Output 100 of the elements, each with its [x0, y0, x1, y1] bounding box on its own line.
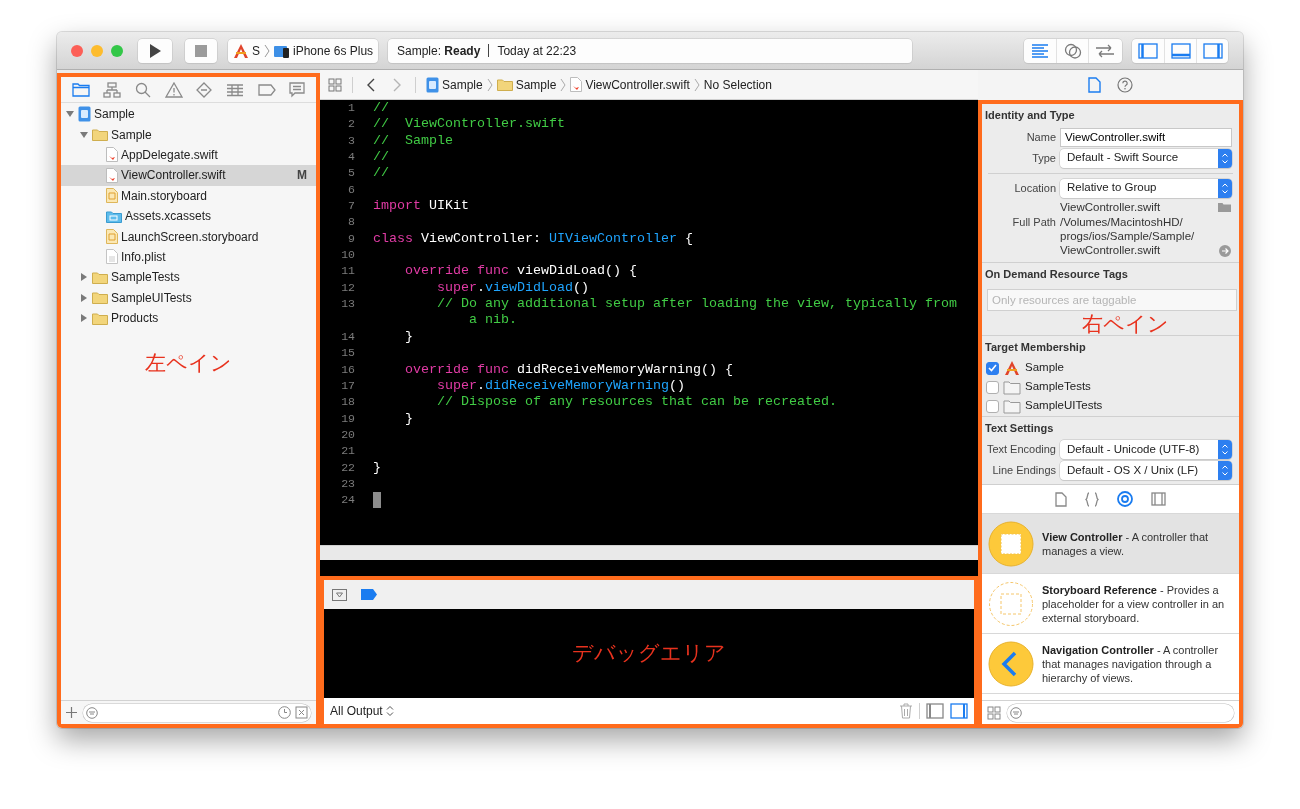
file-icon [106, 249, 118, 265]
app-icon [233, 42, 249, 59]
checkbox[interactable] [986, 361, 999, 375]
add-button[interactable] [66, 707, 77, 718]
inspector-tab[interactable] [1088, 77, 1101, 93]
tree-item[interactable]: Info.plist [61, 246, 316, 268]
checkbox[interactable] [986, 399, 999, 413]
navigator-tab[interactable] [257, 83, 276, 96]
tree-item[interactable]: Sample [61, 104, 316, 125]
speech-bubble-icon [289, 81, 306, 98]
zoom-button[interactable] [111, 44, 123, 57]
library-item[interactable]: Navigation Controller - A controller that manages navigation through a hierarchy of views. [982, 634, 1239, 694]
code-line: // Dispose of any resources that can be recreated. [436, 394, 838, 411]
line-number: 13 [340, 296, 356, 313]
file-icon [1088, 77, 1101, 93]
tree-item[interactable]: ViewController.swift M [61, 165, 316, 186]
status-label: M [297, 167, 307, 185]
path-text: /Volumes/MacintoshHD/ progs/ios/Sample/Sample/ ViewController.swift [1060, 214, 1195, 257]
grid-view-button[interactable] [987, 705, 1001, 720]
line-number: 10 [340, 247, 356, 264]
tree-item[interactable]: LaunchScreen.storyboard [61, 226, 316, 247]
library-tab[interactable] [1117, 491, 1133, 507]
file-icon [106, 229, 118, 245]
left-panel-icon [926, 703, 944, 719]
help-icon [1117, 77, 1133, 93]
breadcrumb[interactable]: ViewController.swift [570, 75, 690, 94]
line-number: 1 [347, 100, 356, 116]
popup-button[interactable]: Relative to Group [1060, 178, 1232, 198]
library-tab[interactable] [1085, 491, 1099, 507]
tags-field[interactable]: Only resources are taggable [987, 289, 1237, 311]
tree-item[interactable]: Products [61, 307, 316, 329]
inspector-tab[interactable] [1117, 77, 1133, 93]
diamond-icon [196, 81, 213, 98]
line-number: 14 [340, 328, 356, 345]
popup-button[interactable]: Default - Swift Source [1060, 148, 1232, 168]
checkbox[interactable] [986, 380, 999, 394]
folder-icon [496, 78, 513, 91]
filter-field[interactable] [83, 703, 311, 722]
library-tab[interactable] [1151, 492, 1166, 506]
tree-item[interactable]: Main.storyboard [61, 185, 316, 206]
line-number: 16 [340, 361, 356, 378]
navigator-tab[interactable] [71, 82, 90, 97]
braces-icon [1085, 491, 1099, 507]
library-tab[interactable] [1055, 491, 1067, 507]
library-item[interactable]: Storyboard Reference - Provides a placeholder for a view controller in an external storyboard. [982, 574, 1239, 634]
folder-icon [106, 209, 122, 223]
navigator-tab[interactable] [135, 81, 152, 98]
navigator-tab[interactable] [225, 82, 244, 97]
tree-item[interactable]: AppDelegate.swift [61, 144, 316, 166]
arrow-icon [1219, 244, 1231, 257]
plus-icon [66, 707, 77, 718]
document-icon [426, 76, 439, 93]
destination-button[interactable]: iPhone 6s Plus [274, 41, 374, 60]
tree-item[interactable]: Assets.xcassets [61, 205, 316, 227]
tree-item[interactable]: SampleUITests [61, 287, 316, 308]
folder-icon [71, 82, 90, 97]
view-toggle-button[interactable] [950, 703, 968, 719]
close-button[interactable] [71, 44, 83, 57]
chevron-icon [264, 43, 270, 58]
library-item[interactable]: View Controller - A controller that manages a view. [982, 514, 1239, 574]
tree-item[interactable]: Sample [61, 124, 316, 145]
navigator-tab[interactable] [103, 81, 122, 98]
hide-debug-button[interactable] [332, 588, 347, 601]
scheme-button[interactable]: S [233, 41, 260, 60]
breadcrumb[interactable]: Sample [426, 75, 483, 94]
folder-icon [92, 270, 108, 284]
breadcrumb[interactable]: Sample [496, 75, 557, 94]
trash-button[interactable] [899, 703, 913, 719]
code-line: // [373, 100, 390, 117]
stepper-icon [1218, 461, 1232, 480]
popup-button[interactable]: Default - OS X / Unix (LF) [1060, 461, 1232, 480]
code-line: // [373, 165, 390, 182]
line-number: 8 [347, 214, 356, 231]
reveal-button[interactable] [1218, 201, 1231, 212]
stop-button[interactable] [185, 38, 217, 63]
breakpoints-button[interactable] [361, 589, 377, 600]
app-icon [1003, 360, 1021, 376]
target-icon [1117, 491, 1133, 507]
hierarchy-icon [103, 81, 122, 98]
filter-field[interactable] [1007, 703, 1234, 722]
field-label: Text Encoding [985, 442, 1057, 458]
play-icon [149, 43, 161, 58]
name-field[interactable]: ViewController.swift [1060, 127, 1232, 147]
output-filter-button[interactable]: All Output [330, 702, 394, 720]
navigator-tab[interactable] [196, 81, 213, 98]
folder-icon [92, 128, 108, 142]
code-line: class ViewController: UIViewController { [373, 230, 694, 248]
line-number: 4 [347, 149, 356, 166]
reveal-button[interactable] [1219, 244, 1231, 257]
related-items-button[interactable] [328, 77, 342, 92]
code-line: import UIKit [373, 198, 470, 215]
breadcrumb[interactable]: No Selection [703, 75, 772, 94]
popup-button[interactable]: Default - Unicode (UTF-8) [1060, 440, 1232, 459]
tree-item[interactable]: SampleTests [61, 267, 316, 288]
updown-icon [385, 705, 394, 717]
navigator-tab[interactable] [289, 81, 306, 98]
run-button[interactable] [138, 38, 172, 63]
view-toggle-button[interactable] [926, 703, 944, 719]
navigator-tab[interactable] [164, 81, 183, 98]
back-button[interactable] [367, 77, 375, 92]
